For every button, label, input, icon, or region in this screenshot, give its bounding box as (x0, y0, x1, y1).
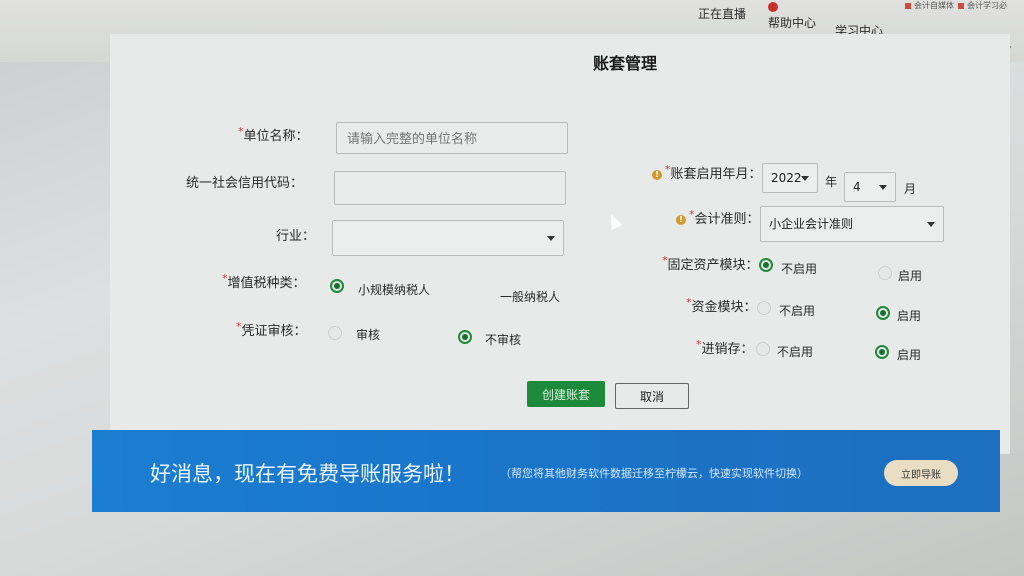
credit-code-input[interactable] (334, 171, 566, 205)
voucher-no-review-radio[interactable] (458, 330, 472, 344)
month-unit-label: 月 (904, 182, 917, 196)
screen: 会计自媒体 会计学习必 正在直播 帮助中心 学习中心 官网首页 常用工具 ▾ 账… (0, 0, 1024, 576)
funds-enable-label[interactable]: 启用 (897, 307, 921, 324)
cancel-button[interactable]: 取消 (615, 383, 689, 409)
nav-live[interactable]: 正在直播 (698, 5, 746, 22)
fixed-assets-label: *固定资产模块： (662, 254, 759, 273)
inventory-enable-label[interactable]: 启用 (897, 346, 921, 363)
caret-down-icon (801, 176, 809, 181)
caret-down-icon (927, 222, 935, 227)
page-title: 账套管理 (593, 54, 658, 73)
industry-label: 行业： (276, 229, 316, 244)
voucher-review-radio[interactable] (328, 326, 342, 340)
year-unit-label: 年 (825, 175, 838, 189)
funds-disable-radio[interactable] (757, 301, 771, 315)
accounting-standard-label: ! *会计准则： (676, 208, 760, 227)
create-account-set-button[interactable]: 创建账套 (527, 381, 605, 407)
info-icon: ! (676, 214, 686, 225)
start-period-label: ! *账套启用年月： (652, 163, 762, 182)
credit-code-label: 统一社会信用代码： (186, 176, 304, 191)
inventory-disable-radio[interactable] (756, 342, 770, 356)
banner-subtext: （帮您将其他财务软件数据迁移至柠檬云，快速实现软件切换） (500, 467, 808, 480)
promo-banner: 好消息，现在有免费导账服务啦！ （帮您将其他财务软件数据迁移至柠檬云，快速实现软… (92, 430, 1000, 512)
inventory-disable-label[interactable]: 不启用 (777, 343, 813, 360)
bookmark-icon (905, 2, 911, 9)
fixed-assets-enable-radio[interactable] (878, 266, 892, 280)
vat-type-label: *增值税种类： (222, 272, 306, 291)
voucher-no-review-label[interactable]: 不审核 (485, 331, 521, 348)
company-name-label: *单位名称： (238, 125, 309, 144)
industry-select[interactable] (332, 220, 564, 256)
import-now-button[interactable]: 立即导账 (884, 460, 958, 486)
fixed-assets-enable-label[interactable]: 启用 (898, 267, 922, 284)
mini-link-media[interactable]: 会计自媒体 (905, 0, 954, 11)
fixed-assets-disable-radio[interactable] (759, 258, 773, 272)
inventory-enable-radio[interactable] (875, 345, 889, 359)
mini-link-learn[interactable]: 会计学习必 (958, 0, 1007, 11)
funds-disable-label[interactable]: 不启用 (779, 302, 815, 319)
vat-small-scale-radio[interactable] (330, 279, 344, 293)
start-month-select[interactable]: 4 (844, 172, 896, 202)
voucher-review-option-label[interactable]: 审核 (356, 326, 380, 343)
start-year-select[interactable]: 2022 (762, 163, 818, 193)
fixed-assets-disable-label[interactable]: 不启用 (781, 260, 817, 277)
nav-help-center[interactable]: 帮助中心 (768, 14, 816, 31)
caret-down-icon (547, 236, 555, 241)
caret-down-icon (879, 185, 887, 190)
company-name-input[interactable] (336, 122, 568, 154)
banner-headline: 好消息，现在有免费导账服务啦！ (150, 462, 465, 486)
voucher-review-label: *凭证审核： (236, 320, 307, 339)
bookmark-icon (958, 2, 964, 9)
funds-label: *资金模块： (686, 296, 757, 315)
vat-general-label[interactable]: 一般纳税人 (500, 288, 560, 305)
accounting-standard-select[interactable]: 小企业会计准则 (760, 206, 944, 242)
inventory-label: *进销存： (696, 338, 754, 357)
live-badge-dot (768, 2, 778, 12)
vat-small-scale-label[interactable]: 小规模纳税人 (358, 281, 430, 298)
funds-enable-radio[interactable] (876, 306, 890, 320)
info-icon: ! (652, 169, 662, 180)
